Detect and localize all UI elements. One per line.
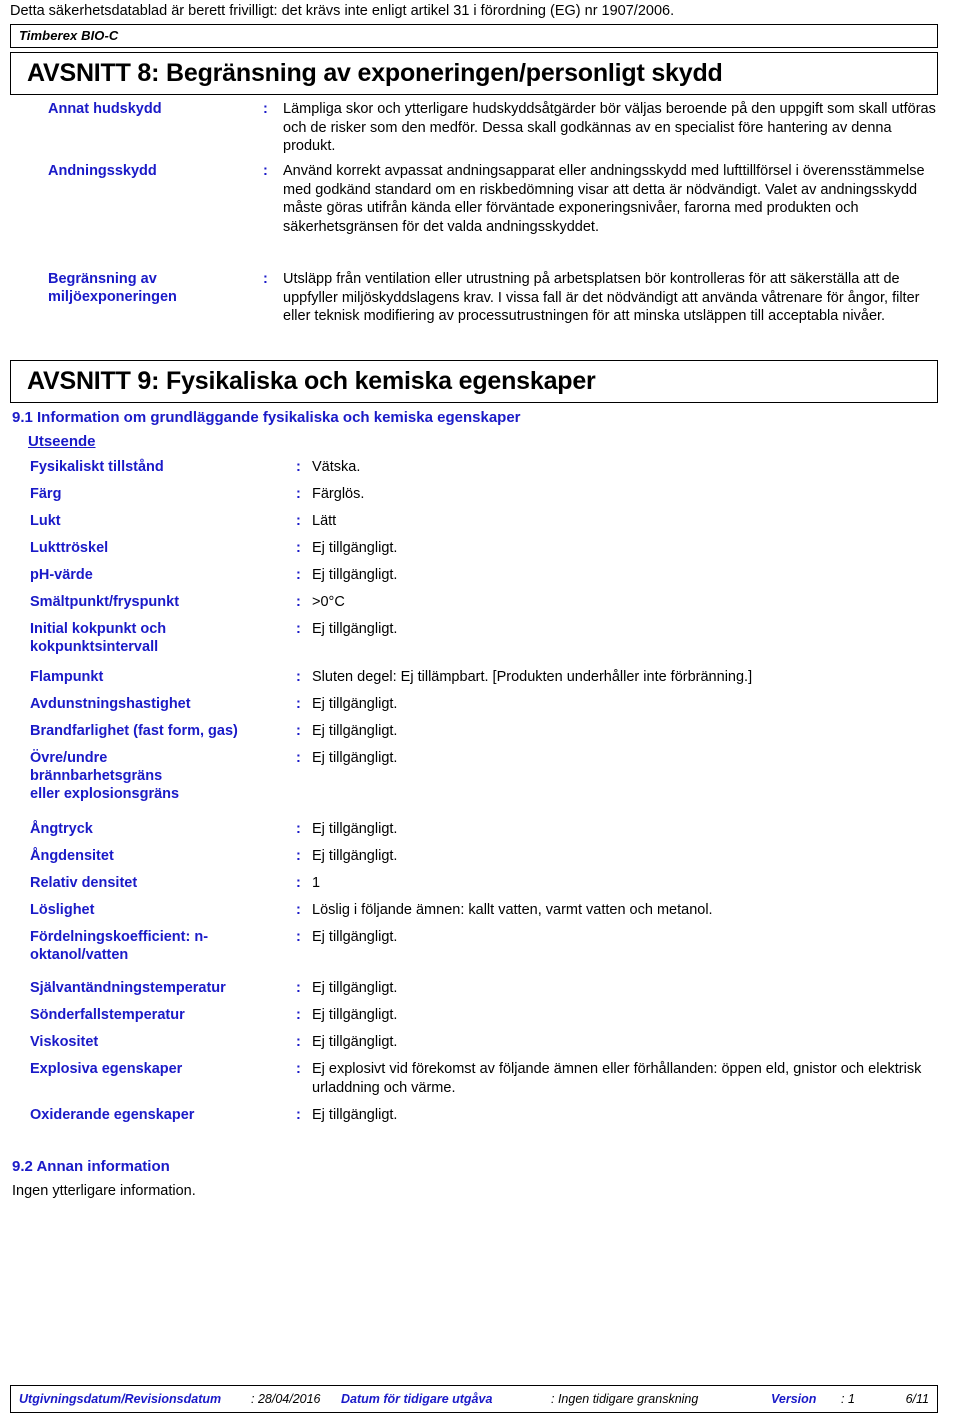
lukt-value: Lätt [312,513,337,529]
brandfarlighet-label: Brandfarlighet (fast form, gas) [30,723,238,739]
oxiderande-egenskaper-value: Ej tillgängligt. [312,1107,398,1123]
explosiva-egenskaper-value: Ej explosivt vid förekomst av följande ä… [312,1061,922,1096]
andningsskydd-label: Andningsskydd [48,163,157,179]
smaltpunkt-fryspunkt-colon: : [296,594,301,610]
fysikaliskt-tillstand-label: Fysikaliskt tillstånd [30,459,164,475]
appearance-heading: Utseende [28,433,96,450]
brannbarhetsgrans-colon: : [296,750,301,766]
brannbarhetsgrans-label: Övre/undre brännbarhetsgräns eller explo… [30,750,180,802]
initial-kokpunkt-value: Ej tillgängligt. [312,621,398,637]
initial-kokpunkt-label: Initial kokpunkt och kokpunktsintervall [30,621,167,655]
avdunstningshastighet-value: Ej tillgängligt. [312,696,398,712]
fysikaliskt-tillstand-value: Vätska. [312,459,361,475]
section-8-title: AVSNITT 8: Begränsning av exponeringen/p… [27,59,723,87]
andningsskydd-value: Använd korrekt avpassat andningsapparat … [283,163,925,235]
footer-page-number: 6/11 [905,1392,929,1406]
lukttroskel-value: Ej tillgängligt. [312,540,398,556]
farg-value: Färglös. [312,486,365,502]
smaltpunkt-fryspunkt-label: Smältpunkt/fryspunkt [30,594,180,610]
footer-revision-date-value: : 28/04/2016 [251,1392,321,1406]
initial-kokpunkt-colon: : [296,621,301,637]
fordelningskoefficient-colon: : [296,929,301,945]
sonderfallstemperatur-value: Ej tillgängligt. [312,1007,398,1023]
miljoexponering-value: Utsläpp från ventilation eller utrustnin… [283,271,920,324]
explosiva-egenskaper-label: Explosiva egenskaper [30,1061,183,1077]
smaltpunkt-fryspunkt-value: >0°C [312,594,345,610]
section-9-title: AVSNITT 9: Fysikaliska och kemiska egens… [27,367,596,395]
page-footer: Utgivningsdatum/Revisionsdatum : 28/04/2… [10,1385,938,1413]
annat-hudskydd-colon: : [263,101,268,117]
flampunkt-colon: : [296,669,301,685]
angdensitet-value: Ej tillgängligt. [312,848,398,864]
footer-revision-date-label: Utgivningsdatum/Revisionsdatum [19,1392,222,1406]
oxiderande-egenskaper-label: Oxiderande egenskaper [30,1107,195,1123]
section-8-heading-box: AVSNITT 8: Begränsning av exponeringen/p… [10,52,938,95]
footer-previous-date-value: : Ingen tidigare granskning [551,1392,699,1406]
angdensitet-colon: : [296,848,301,864]
section-9-heading-box: AVSNITT 9: Fysikaliska och kemiska egens… [10,360,938,403]
miljoexponering-colon: : [263,271,268,287]
subsection-9-2-text: Ingen ytterligare information. [12,1183,196,1199]
angtryck-value: Ej tillgängligt. [312,821,398,837]
brannbarhetsgrans-value: Ej tillgängligt. [312,750,398,766]
relativ-densitet-colon: : [296,875,301,891]
product-name-box: Timberex BIO-C [10,24,938,48]
sjalvantandningstemperatur-label: Självantändningstemperatur [30,980,226,996]
avdunstningshastighet-label: Avdunstningshastighet [30,696,191,712]
loslighet-label: Löslighet [30,902,95,918]
flampunkt-value: Sluten degel: Ej tillämpbart. [Produkten… [312,669,753,685]
footer-version-label: Version [771,1392,817,1406]
loslighet-colon: : [296,902,301,918]
fysikaliskt-tillstand-colon: : [296,459,301,475]
loslighet-value: Löslig i följande ämnen: kallt vatten, v… [312,902,713,918]
flampunkt-label: Flampunkt [30,669,104,685]
product-name: Timberex BIO-C [19,28,119,43]
relativ-densitet-label: Relativ densitet [30,875,138,891]
sds-page: Detta säkerhetsdatablad är berett frivil… [0,0,960,1425]
miljoexponering-label: Begränsning av miljöexponeringen [48,271,177,305]
ph-varde-label: pH-värde [30,567,93,583]
viskositet-value: Ej tillgängligt. [312,1034,398,1050]
voluntary-disclaimer-text: Detta säkerhetsdatablad är berett frivil… [10,3,675,19]
footer-previous-date-label: Datum för tidigare utgåva [341,1392,493,1406]
explosiva-egenskaper-colon: : [296,1061,301,1077]
sonderfallstemperatur-colon: : [296,1007,301,1023]
andningsskydd-colon: : [263,163,268,179]
viskositet-colon: : [296,1034,301,1050]
sonderfallstemperatur-label: Sönderfallstemperatur [30,1007,185,1023]
viskositet-label: Viskositet [30,1034,99,1050]
lukttroskel-label: Lukttröskel [30,540,109,556]
subsection-9-1-heading: 9.1 Information om grundläggande fysikal… [12,409,521,426]
brandfarlighet-colon: : [296,723,301,739]
lukt-colon: : [296,513,301,529]
angtryck-colon: : [296,821,301,837]
lukt-label: Lukt [30,513,61,529]
sjalvantandningstemperatur-colon: : [296,980,301,996]
brandfarlighet-value: Ej tillgängligt. [312,723,398,739]
angtryck-label: Ångtryck [30,821,93,837]
avdunstningshastighet-colon: : [296,696,301,712]
farg-label: Färg [30,486,62,502]
oxiderande-egenskaper-colon: : [296,1107,301,1123]
annat-hudskydd-label: Annat hudskydd [48,101,162,117]
farg-colon: : [296,486,301,502]
subsection-9-2-heading: 9.2 Annan information [12,1158,170,1175]
lukttroskel-colon: : [296,540,301,556]
sjalvantandningstemperatur-value: Ej tillgängligt. [312,980,398,996]
angdensitet-label: Ångdensitet [30,848,114,864]
fordelningskoefficient-value: Ej tillgängligt. [312,929,398,945]
ph-varde-colon: : [296,567,301,583]
annat-hudskydd-value: Lämpliga skor och ytterligare hudskyddså… [283,101,936,154]
fordelningskoefficient-label: Fördelningskoefficient: n-oktanol/vatten [30,929,209,963]
footer-version-value: : 1 [841,1392,855,1406]
relativ-densitet-value: 1 [312,875,321,891]
ph-varde-value: Ej tillgängligt. [312,567,398,583]
